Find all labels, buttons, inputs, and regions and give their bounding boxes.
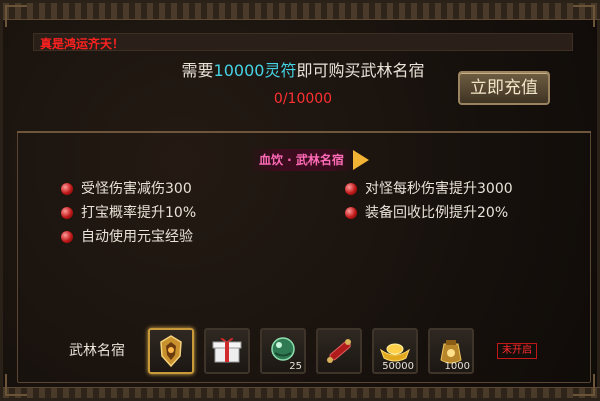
red-bullet-icon bbox=[61, 183, 73, 195]
announcement-ticker: 真是鸿运齐天！ bbox=[33, 33, 573, 51]
vip-purchase-window: 真是鸿运齐天！ 需要10000灵符即可购买武林名宿 0/10000 立即充值 血… bbox=[0, 0, 600, 401]
panel-divider bbox=[17, 131, 591, 133]
golden-armor-icon bbox=[160, 335, 182, 368]
reward-set-label: 武林名宿 bbox=[69, 343, 125, 359]
title-badge: 血饮 · 武林名宿 bbox=[249, 147, 373, 173]
status-badge: 未开启 bbox=[497, 343, 537, 359]
perk-text: 受怪伤害减伤300 bbox=[81, 181, 192, 197]
red-bullet-icon bbox=[61, 207, 73, 219]
item-quantity: 50000 bbox=[382, 361, 414, 372]
red-bullet-icon bbox=[345, 207, 357, 219]
gift-box-icon bbox=[212, 337, 242, 363]
scroll-icon bbox=[327, 339, 351, 363]
badge-label: 血饮 · 武林名宿 bbox=[259, 153, 344, 167]
ticker-message: 真是鸿运齐天！ bbox=[40, 37, 125, 51]
perk-text: 自动使用元宝经验 bbox=[81, 229, 193, 245]
requirement-amount: 10000灵符 bbox=[213, 61, 297, 80]
reward-slot-golden-armor[interactable] bbox=[148, 328, 194, 374]
corner-ornament bbox=[5, 5, 27, 27]
perk-text: 打宝概率提升10% bbox=[81, 205, 197, 221]
arrow-right-icon bbox=[353, 150, 369, 170]
reward-slot-green-orb[interactable]: 25 bbox=[260, 328, 306, 374]
window-bottom-border bbox=[3, 387, 600, 398]
requirement-prefix: 需要 bbox=[181, 61, 214, 80]
perk-text: 对怪每秒伤害提升3000 bbox=[365, 181, 513, 197]
perk-text: 装备回收比例提升20% bbox=[365, 205, 509, 221]
reward-slot-gold-ingot[interactable]: 50000 bbox=[372, 328, 418, 374]
requirement-suffix: 即可购买武林名宿 bbox=[296, 61, 425, 80]
reward-slot-coin-pouch[interactable]: 1000 bbox=[428, 328, 474, 374]
red-bullet-icon bbox=[345, 183, 357, 195]
item-quantity: 1000 bbox=[444, 361, 470, 372]
recharge-button[interactable]: 立即充值 bbox=[458, 71, 550, 105]
reward-slot-scroll[interactable] bbox=[316, 328, 362, 374]
window-top-border bbox=[3, 3, 600, 20]
red-bullet-icon bbox=[61, 231, 73, 243]
corner-ornament bbox=[573, 5, 595, 27]
item-quantity: 25 bbox=[289, 361, 302, 372]
reward-slot-gift-box[interactable] bbox=[204, 328, 250, 374]
